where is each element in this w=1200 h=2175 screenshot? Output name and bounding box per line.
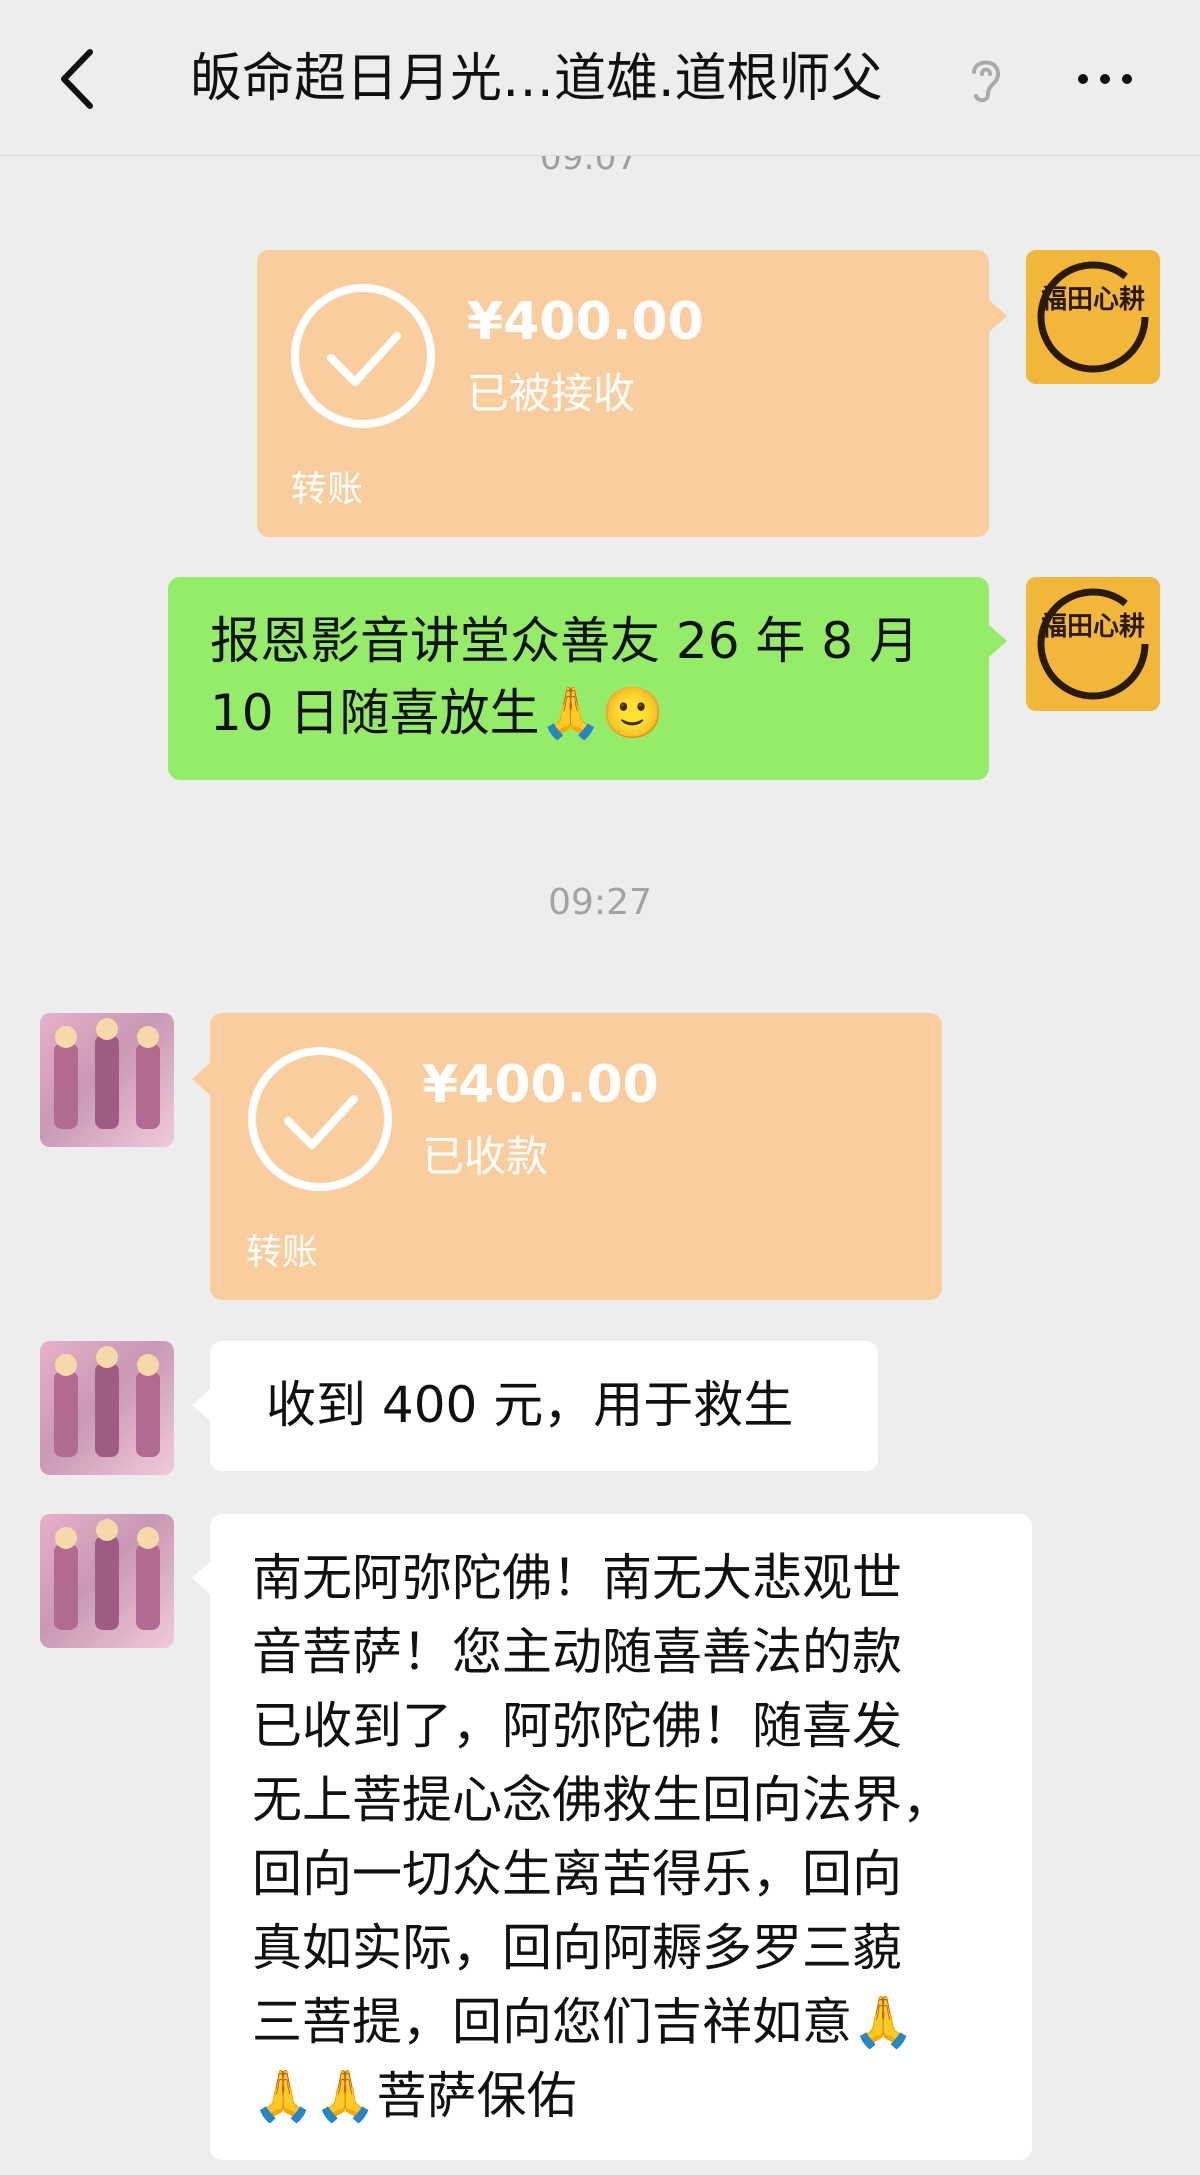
more-icon[interactable] — [1075, 62, 1135, 96]
timestamp: 09:27 — [548, 882, 652, 923]
svg-text:福田心耕: 福田心耕 — [1040, 285, 1145, 315]
check-circle-icon — [289, 282, 437, 430]
sent-text-bubble[interactable]: 报恩影音讲堂众善友 26 年 8 月 10 日随喜放生🙏🙂 — [168, 577, 1007, 780]
transfer-bubble-received[interactable]: ¥400.00 已收款 转账 — [192, 1013, 942, 1300]
message-text-line: 无上菩提心念佛救生回向法界， — [252, 1771, 952, 1829]
transfer-label: 转账 — [246, 1232, 319, 1273]
message-text-line: 南无阿弥陀佛！南无大悲观世 — [252, 1549, 902, 1607]
ear-icon[interactable] — [964, 52, 1008, 106]
received-text-bubble[interactable]: 南无阿弥陀佛！南无大悲观世 音菩萨！您主动随喜善法的款 已收到了，阿弥陀佛！随喜… — [192, 1514, 1032, 2160]
transfer-amount: ¥400.00 — [467, 292, 704, 352]
back-icon[interactable] — [52, 44, 112, 114]
avatar[interactable]: 福田心耕 — [1026, 577, 1160, 711]
transfer-status: 已收款 — [422, 1132, 549, 1181]
received-text-bubble[interactable]: 收到 400 元，用于救生 — [192, 1341, 878, 1471]
svg-text:福田心耕: 福田心耕 — [1040, 612, 1145, 642]
message-text-line: 🙏🙏菩萨保佑 — [252, 2067, 577, 2125]
chat-header: 皈命超日月光…道雄.道根师父 — [0, 0, 1200, 156]
avatar[interactable] — [40, 1341, 174, 1475]
avatar[interactable] — [40, 1013, 174, 1147]
check-circle-icon — [246, 1045, 394, 1193]
message-text: 收到 400 元，用于救生 — [266, 1376, 794, 1434]
message-text-line: 音菩萨！您主动随喜善法的款 — [252, 1623, 902, 1681]
transfer-label: 转账 — [291, 469, 364, 510]
message-text-line: 回向一切众生离苦得乐，回向 — [252, 1845, 902, 1903]
message-text-line: 已收到了，阿弥陀佛！随喜发 — [252, 1697, 902, 1755]
avatar[interactable] — [40, 1514, 174, 1648]
message-text: 报恩影音讲堂众善友 26 年 8 月 — [210, 612, 920, 670]
transfer-bubble-sent[interactable]: ¥400.00 已被接收 转账 — [257, 250, 1007, 537]
avatar[interactable]: 福田心耕 — [1026, 250, 1160, 384]
message-text-line: 三菩提，回向您们吉祥如意🙏 — [252, 1993, 915, 2051]
message-text-line: 真如实际，回向阿耨多罗三藐 — [252, 1919, 902, 1977]
transfer-status: 已被接收 — [467, 369, 636, 418]
chat-title: 皈命超日月光…道雄.道根师父 — [190, 49, 883, 109]
message-text: 10 日随喜放生🙏🙂 — [210, 684, 665, 742]
transfer-amount: ¥400.00 — [422, 1055, 659, 1115]
